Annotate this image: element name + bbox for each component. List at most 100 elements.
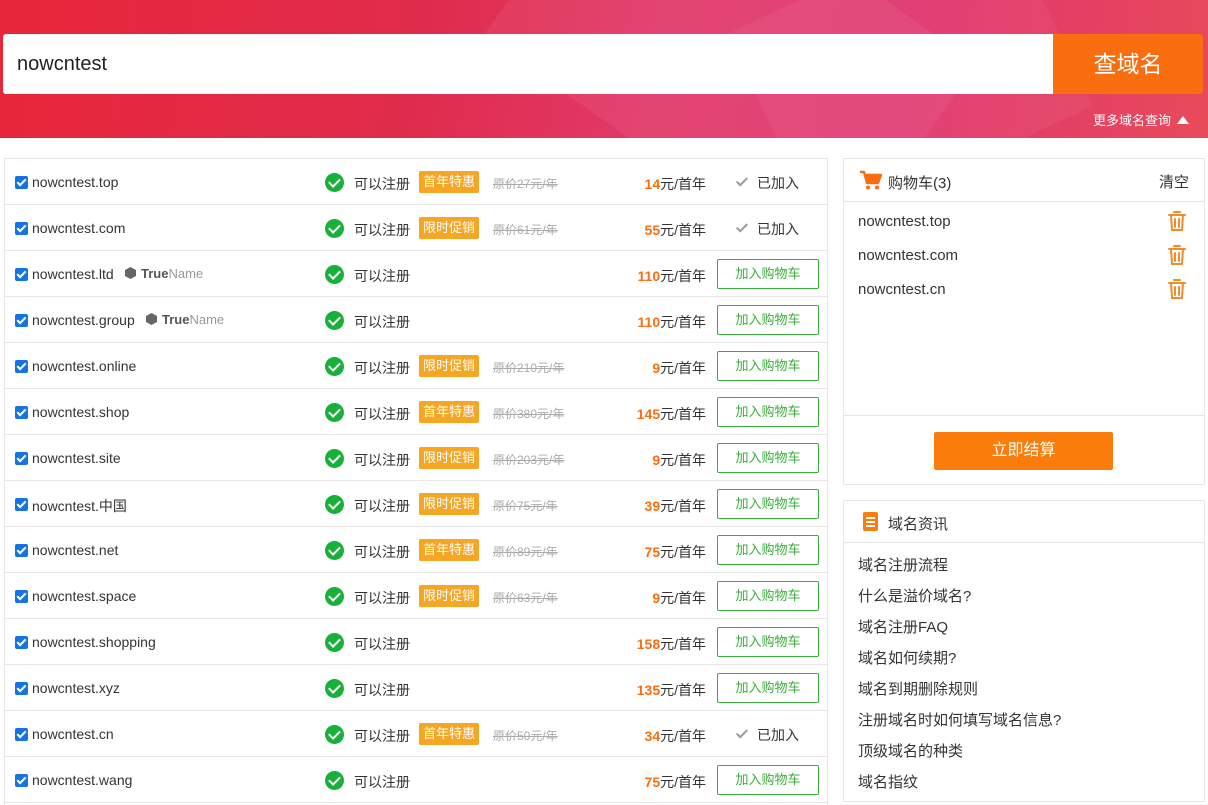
available-check-icon <box>325 311 344 330</box>
domain-checkbox[interactable] <box>15 406 28 419</box>
add-to-cart-button[interactable]: 加入购物车 <box>717 489 819 519</box>
truename-badge: TrueName <box>146 312 224 327</box>
domain-checkbox[interactable] <box>15 544 28 557</box>
availability-status: 可以注册 <box>354 682 410 698</box>
add-to-cart-button[interactable]: 加入购物车 <box>717 673 819 703</box>
add-to-cart-button[interactable]: 加入购物车 <box>717 351 819 381</box>
price: 145元/首年 <box>636 406 706 422</box>
table-row: nowcntest.space 可以注册 限时促销 原价63元/年 9元/首年 加入购物车 <box>5 573 827 619</box>
domain-checkbox[interactable] <box>15 590 28 603</box>
price: 9元/首年 <box>652 590 706 606</box>
cart-clear-button[interactable]: 清空 <box>1159 171 1189 192</box>
news-link[interactable]: 注册域名时如何填写域名信息? <box>858 709 1061 730</box>
availability-status: 可以注册 <box>354 176 410 192</box>
table-row: nowcntest.top 可以注册 首年特惠 原价27元/年 14元/首年 已加入 <box>5 159 827 205</box>
domain-checkbox[interactable] <box>15 636 28 649</box>
trash-icon[interactable] <box>1167 278 1187 300</box>
table-row: nowcntest.wang 可以注册 75元/首年 加入购物车 <box>5 757 827 803</box>
add-to-cart-button[interactable]: 加入购物车 <box>717 397 819 427</box>
trash-icon[interactable] <box>1167 210 1187 232</box>
original-price: 原价89元/年 <box>493 545 558 559</box>
domain-checkbox[interactable] <box>15 728 28 741</box>
table-row: nowcntest.site 可以注册 限时促销 原价203元/年 9元/首年 加入购物车 <box>5 435 827 481</box>
original-price: 原价63元/年 <box>493 591 558 605</box>
promo-badge: 首年特惠 <box>419 723 480 745</box>
price: 158元/首年 <box>636 636 706 652</box>
shopping-cart-icon <box>860 170 883 190</box>
domain-checkbox[interactable] <box>15 498 28 511</box>
cart-item: nowcntest.com <box>858 247 959 264</box>
availability-status: 可以注册 <box>354 774 410 790</box>
original-price: 原价50元/年 <box>493 729 558 743</box>
news-link[interactable]: 域名到期删除规则 <box>858 678 978 699</box>
domain-news-panel: 域名资讯 域名注册流程什么是溢价域名? 域名注册FAQ 域名如何续期? 域名到期删除规… <box>843 500 1205 802</box>
table-row: nowcntest.shop 可以注册 首年特惠 原价380元/年 145元/首年 加入购… <box>5 389 827 435</box>
availability-status: 可以注册 <box>354 314 410 330</box>
add-to-cart-button[interactable]: 加入购物车 <box>717 627 819 657</box>
news-link[interactable]: 域名注册FAQ <box>858 616 948 637</box>
promo-badge: 首年特惠 <box>419 539 480 561</box>
domain-checkbox[interactable] <box>15 176 28 189</box>
added-to-cart-status[interactable]: 已加入 <box>735 219 799 239</box>
price: 39元/首年 <box>644 498 706 514</box>
original-price: 原价210元/年 <box>493 361 565 375</box>
domain-name: nowcntest.online <box>32 358 137 374</box>
add-to-cart-button[interactable]: 加入购物车 <box>717 443 819 473</box>
news-link[interactable]: 什么是溢价域名? <box>858 585 971 606</box>
domain-checkbox[interactable] <box>15 268 28 281</box>
table-row: nowcntest.shopping 可以注册 158元/首年 加入购物车 <box>5 619 827 665</box>
add-to-cart-button[interactable]: 加入购物车 <box>717 305 819 335</box>
table-row: nowcntest.net 可以注册 首年特惠 原价89元/年 75元/首年 加入购物车 <box>5 527 827 573</box>
news-link[interactable]: 域名如何续期? <box>858 647 956 668</box>
add-to-cart-button[interactable]: 加入购物车 <box>717 259 819 289</box>
add-to-cart-button[interactable]: 加入购物车 <box>717 765 819 795</box>
domain-name: nowcntest.group <box>32 312 135 328</box>
table-row: nowcntest.cn 可以注册 首年特惠 原价50元/年 34元/首年 已加入 <box>5 711 827 757</box>
table-row: nowcntest.ltd TrueName 可以注册 110元/首年 加入购物车 <box>5 251 827 297</box>
price: 75元/首年 <box>644 544 706 560</box>
news-link[interactable]: 顶级域名的种类 <box>858 740 963 761</box>
available-check-icon <box>325 265 344 284</box>
domain-checkbox[interactable] <box>15 682 28 695</box>
domain-name: nowcntest.xyz <box>32 680 120 696</box>
availability-status: 可以注册 <box>354 728 410 744</box>
added-to-cart-status[interactable]: 已加入 <box>735 725 799 745</box>
news-link[interactable]: 域名注册流程 <box>858 554 948 575</box>
domain-name: nowcntest.shop <box>32 404 130 420</box>
added-to-cart-status[interactable]: 已加入 <box>735 173 799 193</box>
domain-checkbox[interactable] <box>15 222 28 235</box>
available-check-icon <box>325 587 344 606</box>
domain-search-input[interactable] <box>17 34 1017 94</box>
more-domain-search-link[interactable]: 更多域名查询 <box>1093 110 1190 129</box>
domain-checkbox[interactable] <box>15 452 28 465</box>
domain-checkbox[interactable] <box>15 314 28 327</box>
price: 55元/首年 <box>644 222 706 238</box>
add-to-cart-button[interactable]: 加入购物车 <box>717 535 819 565</box>
domain-checkbox[interactable] <box>15 774 28 787</box>
cart-title: 购物车(3) <box>888 175 952 192</box>
search-domain-button[interactable]: 查域名 <box>1053 34 1203 94</box>
promo-badge: 限时促销 <box>419 355 480 377</box>
check-icon <box>735 174 749 187</box>
table-row: nowcntest.xyz 可以注册 135元/首年 加入购物车 <box>5 665 827 711</box>
availability-status: 可以注册 <box>354 498 410 514</box>
price: 9元/首年 <box>652 360 706 376</box>
availability-status: 可以注册 <box>354 268 410 284</box>
table-row: nowcntest.online 可以注册 限时促销 原价210元/年 9元/首年 加入购… <box>5 343 827 389</box>
availability-status: 可以注册 <box>354 636 410 652</box>
available-check-icon <box>325 173 344 192</box>
domain-name: nowcntest.space <box>32 588 137 604</box>
add-to-cart-button[interactable]: 加入购物车 <box>717 581 819 611</box>
trash-icon[interactable] <box>1167 244 1187 266</box>
news-link[interactable]: 域名指纹 <box>858 771 918 792</box>
price: 9元/首年 <box>652 452 706 468</box>
price: 135元/首年 <box>636 682 706 698</box>
checkout-button[interactable]: 立即结算 <box>934 432 1113 470</box>
table-row: nowcntest.com 可以注册 限时促销 原价61元/年 55元/首年 已加入 <box>5 205 827 251</box>
domain-checkbox[interactable] <box>15 360 28 373</box>
domain-name: nowcntest.net <box>32 542 119 558</box>
domain-name: nowcntest.cn <box>32 726 114 742</box>
available-check-icon <box>325 771 344 790</box>
cart-panel: 购物车(3) 清空 nowcntest.top nowcntest.com nowc… <box>843 158 1205 485</box>
news-header: 域名资讯 <box>844 501 1204 543</box>
